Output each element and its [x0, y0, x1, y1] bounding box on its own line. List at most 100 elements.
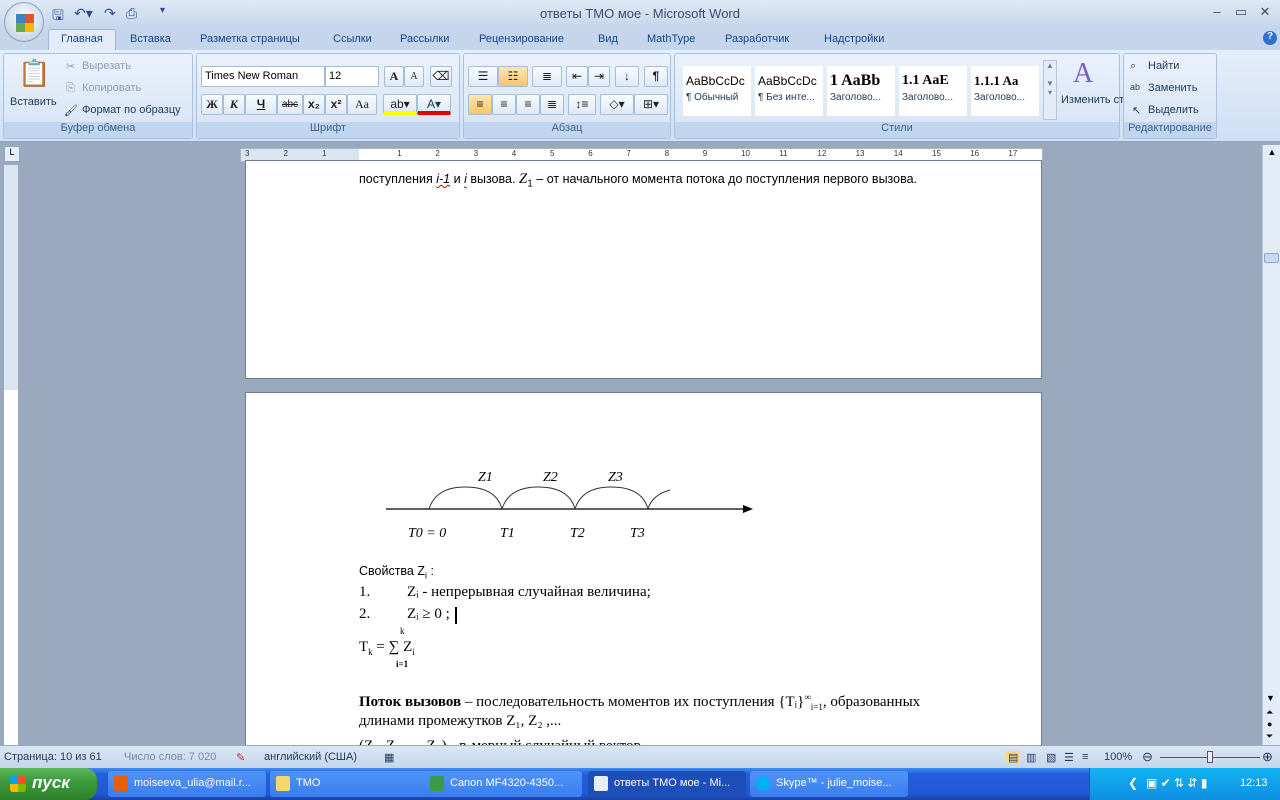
tab-references[interactable]: Ссылки [333, 33, 372, 45]
align-center-icon[interactable]: ≡ [492, 94, 516, 115]
style-heading-1[interactable]: 1 AaBb Заголово... [827, 66, 895, 116]
styles-gallery-scroll[interactable]: ▲ ▼ ▾ [1043, 60, 1057, 120]
tab-selector-button[interactable]: L [4, 146, 20, 162]
line-spacing-icon[interactable]: ↕≡ [568, 94, 596, 115]
style-heading-3[interactable]: 1.1.1 Aa Заголово... [971, 66, 1039, 116]
next-page-icon[interactable]: ⏷ [1266, 731, 1273, 742]
minimize-button[interactable]: – [1206, 4, 1228, 22]
maximize-button[interactable]: ▭ [1230, 4, 1252, 22]
print-layout-view-icon[interactable]: ▤ [1006, 751, 1021, 764]
ruler-number: 3 [473, 149, 479, 158]
document-page[interactable]: Z1 Z2 Z3 T0 = 0 T1 T2 T3 Свойства Zi : 1… [245, 392, 1042, 754]
paste-icon[interactable]: 📋 [18, 58, 50, 89]
redo-icon[interactable]: ↷ [104, 5, 116, 22]
reading-view-icon[interactable]: ▥ [1026, 751, 1036, 764]
numbering-icon[interactable]: ☷ [498, 66, 528, 87]
tab-home[interactable]: Главная [48, 29, 116, 51]
browse-object-icon[interactable]: ● [1267, 719, 1272, 729]
tab-view[interactable]: Вид [598, 33, 618, 45]
zoom-level[interactable]: 100% [1104, 751, 1132, 763]
underline-button[interactable]: Ч [245, 94, 277, 115]
tab-review[interactable]: Рецензирование [479, 33, 564, 45]
shading-icon[interactable]: ◇▾ [600, 94, 634, 115]
vertical-ruler[interactable] [4, 165, 18, 745]
highlight-button[interactable]: ab▾ [383, 94, 417, 115]
arc-z1 [428, 486, 503, 510]
scroll-down-icon[interactable]: ▼ [1266, 693, 1275, 703]
tab-page-layout[interactable]: Разметка страницы [200, 33, 300, 45]
select-button[interactable]: Выделить [1148, 104, 1199, 116]
bold-button[interactable]: Ж [201, 94, 223, 115]
tab-insert[interactable]: Вставка [130, 33, 171, 45]
taskbar-item-word[interactable]: ответы ТМО мое - Mi... [588, 771, 746, 797]
subscript-button[interactable]: x₂ [303, 94, 325, 115]
help-icon[interactable]: ? [1263, 31, 1277, 45]
grow-font-button[interactable]: A [384, 66, 404, 87]
clipboard-group-label: Буфер обмена [4, 122, 192, 138]
undo-icon[interactable]: ↶▾ [74, 5, 93, 22]
clear-formatting-icon[interactable]: ⌫ [430, 66, 452, 87]
tab-developer[interactable]: Разработчик [725, 33, 789, 45]
tray-app-icons[interactable]: ▣ ✔ ⇅ ⇵ ▮ [1146, 776, 1207, 790]
tab-addins[interactable]: Надстройки [824, 33, 884, 45]
tray-expand-icon[interactable]: ❮ [1128, 776, 1138, 790]
page-indicator[interactable]: Страница: 10 из 61 [4, 751, 102, 763]
outline-view-icon[interactable]: ☰ [1064, 751, 1074, 764]
language-indicator[interactable]: английский (США) [264, 751, 357, 763]
scroll-thumb[interactable] [1264, 253, 1279, 263]
customize-qat-icon[interactable]: ▾ [160, 5, 165, 16]
axis-arrow-icon [743, 505, 753, 513]
taskbar-item-firefox[interactable]: moiseeva_ulia@mail.r... [108, 771, 266, 797]
replace-button[interactable]: Заменить [1148, 82, 1197, 94]
borders-icon[interactable]: ⊞▾ [634, 94, 668, 115]
multilevel-list-icon[interactable]: ≣ [532, 66, 562, 87]
strikethrough-button[interactable]: abc [277, 94, 303, 115]
style-heading-2[interactable]: 1.1 AaE Заголово... [899, 66, 967, 116]
print-icon[interactable]: ⎙ [126, 5, 137, 22]
draft-view-icon[interactable]: ≡ [1082, 751, 1088, 763]
macro-icon[interactable]: ▦ [384, 751, 394, 764]
style-normal[interactable]: AaBbCcDc ¶ Обычный [683, 66, 751, 116]
zoom-out-icon[interactable]: ⊖ [1142, 749, 1153, 765]
change-case-button[interactable]: Aa [347, 94, 377, 115]
align-right-icon[interactable]: ≡ [516, 94, 540, 115]
word-count[interactable]: Число слов: 7 020 [124, 751, 216, 763]
italic-button[interactable]: К [223, 94, 245, 115]
web-view-icon[interactable]: ▧ [1046, 751, 1056, 764]
style-no-spacing[interactable]: AaBbCcDc ¶ Без инте... [755, 66, 823, 116]
zoom-in-icon[interactable]: ⊕ [1262, 749, 1273, 765]
previous-page-icon[interactable]: ⏶ [1266, 707, 1273, 718]
spelling-check-icon[interactable]: ✎ [236, 751, 245, 764]
bullets-icon[interactable]: ☰ [468, 66, 498, 87]
copy-button[interactable]: Копировать [82, 82, 141, 94]
justify-icon[interactable]: ≣ [540, 94, 564, 115]
taskbar-item-canon[interactable]: Canon MF4320-4350... [424, 771, 582, 797]
show-formatting-button[interactable]: ¶ [644, 66, 668, 87]
paste-button[interactable]: Вставить [10, 96, 57, 108]
decrease-indent-icon[interactable]: ⇤ [566, 66, 588, 87]
find-button[interactable]: Найти [1148, 60, 1179, 72]
font-size-select[interactable]: 12 [325, 66, 379, 87]
format-painter-button[interactable]: Формат по образцу [82, 104, 181, 116]
font-name-select[interactable]: Times New Roman [201, 66, 325, 87]
font-color-button[interactable]: A▾ [417, 94, 451, 115]
document-page[interactable]: поступления i-1 и i вызова. Z1 – от нача… [245, 160, 1042, 379]
scroll-up-icon[interactable]: ▲ [1265, 147, 1279, 161]
sort-icon[interactable]: ↓ [615, 66, 639, 87]
cut-button[interactable]: Вырезать [82, 60, 131, 72]
taskbar-item-folder[interactable]: TMO [270, 771, 428, 797]
zoom-slider-thumb[interactable] [1207, 751, 1213, 763]
tab-mathtype[interactable]: MathType [647, 33, 695, 45]
office-button[interactable] [4, 2, 44, 42]
start-button[interactable]: пуск [0, 768, 97, 800]
tab-mailings[interactable]: Рассылки [400, 33, 449, 45]
align-left-icon[interactable]: ≡ [468, 94, 492, 115]
vertical-scrollbar[interactable]: ▲ ▼ ⏶ ● ⏷ [1262, 145, 1280, 745]
save-icon[interactable]: 🖫 [52, 5, 64, 29]
ruler-number: 5 [550, 149, 555, 158]
close-button[interactable]: ✕ [1254, 4, 1276, 22]
superscript-button[interactable]: x² [325, 94, 347, 115]
shrink-font-button[interactable]: A [404, 66, 424, 87]
taskbar-item-skype[interactable]: Skype™ - julie_moise... [750, 771, 908, 797]
increase-indent-icon[interactable]: ⇥ [588, 66, 610, 87]
